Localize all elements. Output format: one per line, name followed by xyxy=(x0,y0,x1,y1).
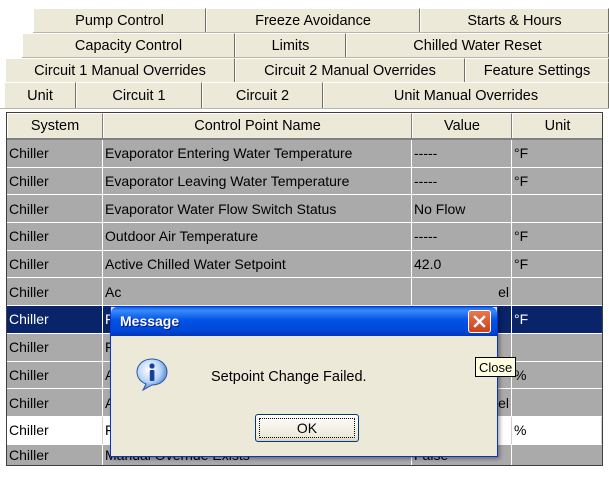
cell-unit: °F xyxy=(514,145,529,162)
tab-row-3: Circuit 1 Manual Overrides Circuit 2 Man… xyxy=(5,58,609,83)
tab-starts-hours[interactable]: Starts & Hours xyxy=(420,8,609,32)
cell-unit xyxy=(512,195,602,222)
tab-unit-manual-overrides[interactable]: Unit Manual Overrides xyxy=(323,82,609,108)
column-header-control-point-name[interactable]: Control Point Name xyxy=(103,113,412,138)
cell-unit: % xyxy=(512,416,602,444)
table-row[interactable]: Chiller Active Chilled Water Setpoint 42… xyxy=(7,250,602,279)
column-header-unit[interactable]: Unit xyxy=(512,113,602,138)
tab-feature-settings[interactable]: Feature Settings xyxy=(465,58,609,82)
cell-unit: °F xyxy=(514,311,529,328)
cell-unit xyxy=(512,389,602,416)
cell-system: Chiller xyxy=(7,389,103,416)
cell-name: Evaporator Leaving Water Temperature xyxy=(103,167,412,195)
column-header-system[interactable]: System xyxy=(7,113,103,138)
cell-unit: °F xyxy=(514,256,529,273)
table-row[interactable]: Chiller Ac el xyxy=(7,278,602,307)
cell-value: ----- xyxy=(412,223,512,250)
cell-unit: % xyxy=(514,366,527,383)
cell-name: Active Chilled Water Setpoint xyxy=(103,250,412,278)
ok-button[interactable]: OK xyxy=(255,414,359,442)
tab-freeze-avoidance[interactable]: Freeze Avoidance xyxy=(206,8,420,32)
cell-system: Chiller xyxy=(7,250,103,278)
cell-unit xyxy=(512,334,602,361)
tab-row-1: Pump Control Freeze Avoidance Starts & H… xyxy=(33,8,609,33)
cell-unit xyxy=(512,445,602,465)
cell-system: Chiller xyxy=(7,195,103,223)
cell-system: Chiller xyxy=(7,444,103,465)
tab-capacity-control[interactable]: Capacity Control xyxy=(22,33,235,57)
cell-name: Ac xyxy=(103,278,412,306)
tab-row-4: Unit Circuit 1 Circuit 2 Unit Manual Ove… xyxy=(0,82,609,109)
cell-value: 42.0 xyxy=(412,250,512,278)
close-tooltip: Close xyxy=(475,357,517,377)
cell-value: el xyxy=(412,278,512,306)
focus-rectangle xyxy=(259,418,355,438)
info-icon xyxy=(136,358,168,392)
table-header: System Control Point Name Value Unit xyxy=(7,113,602,140)
table-row[interactable]: Chiller Evaporator Leaving Water Tempera… xyxy=(7,167,602,196)
tab-limits[interactable]: Limits xyxy=(235,33,346,57)
bottom-edge xyxy=(0,481,609,489)
tab-circuit-1-manual-overrides[interactable]: Circuit 1 Manual Overrides xyxy=(5,58,235,82)
cell-system: Chiller xyxy=(7,167,103,195)
message-dialog: Message Setpoint Change Failed. OK xyxy=(110,306,498,457)
close-icon xyxy=(473,315,486,328)
cell-value: No Flow xyxy=(412,195,512,223)
cell-value: ----- xyxy=(412,167,512,195)
cell-unit: °F xyxy=(514,228,529,245)
cell-name: Outdoor Air Temperature xyxy=(103,223,412,250)
tab-unit[interactable]: Unit xyxy=(4,82,76,108)
table-row[interactable]: Chiller Evaporator Entering Water Temper… xyxy=(7,140,602,168)
tab-row-2: Capacity Control Limits Chilled Water Re… xyxy=(22,33,609,58)
cell-system: Chiller xyxy=(7,140,103,167)
cell-name: Evaporator Water Flow Switch Status xyxy=(103,195,412,223)
cell-unit: °F xyxy=(514,173,529,190)
tab-circuit-2[interactable]: Circuit 2 xyxy=(202,82,323,108)
cell-unit xyxy=(512,278,602,305)
dialog-body: Setpoint Change Failed. OK xyxy=(114,336,494,453)
tab-circuit-2-manual-overrides[interactable]: Circuit 2 Manual Overrides xyxy=(235,58,465,82)
dialog-close-button[interactable] xyxy=(468,310,491,333)
cell-name: Evaporator Entering Water Temperature xyxy=(103,140,412,167)
cell-value: ----- xyxy=(412,140,512,167)
column-header-value[interactable]: Value xyxy=(412,113,512,138)
dialog-message: Setpoint Change Failed. xyxy=(211,369,367,385)
cell-system: Chiller xyxy=(7,333,103,361)
table-row[interactable]: Chiller Evaporator Water Flow Switch Sta… xyxy=(7,195,602,224)
cell-system: Chiller xyxy=(7,223,103,250)
cell-system: Chiller xyxy=(7,278,103,306)
tab-chilled-water-reset[interactable]: Chilled Water Reset xyxy=(346,33,609,57)
tab-circuit-1[interactable]: Circuit 1 xyxy=(76,82,202,108)
cell-system: Chiller xyxy=(7,306,103,333)
cell-system: Chiller xyxy=(7,416,103,444)
table-row[interactable]: Chiller Outdoor Air Temperature ----- °F xyxy=(7,223,602,251)
tab-pump-control[interactable]: Pump Control xyxy=(33,8,206,32)
dialog-title: Message xyxy=(120,313,180,329)
tab-area: Pump Control Freeze Avoidance Starts & H… xyxy=(0,0,609,109)
cell-system: Chiller xyxy=(7,361,103,389)
dialog-titlebar[interactable]: Message xyxy=(111,307,497,336)
